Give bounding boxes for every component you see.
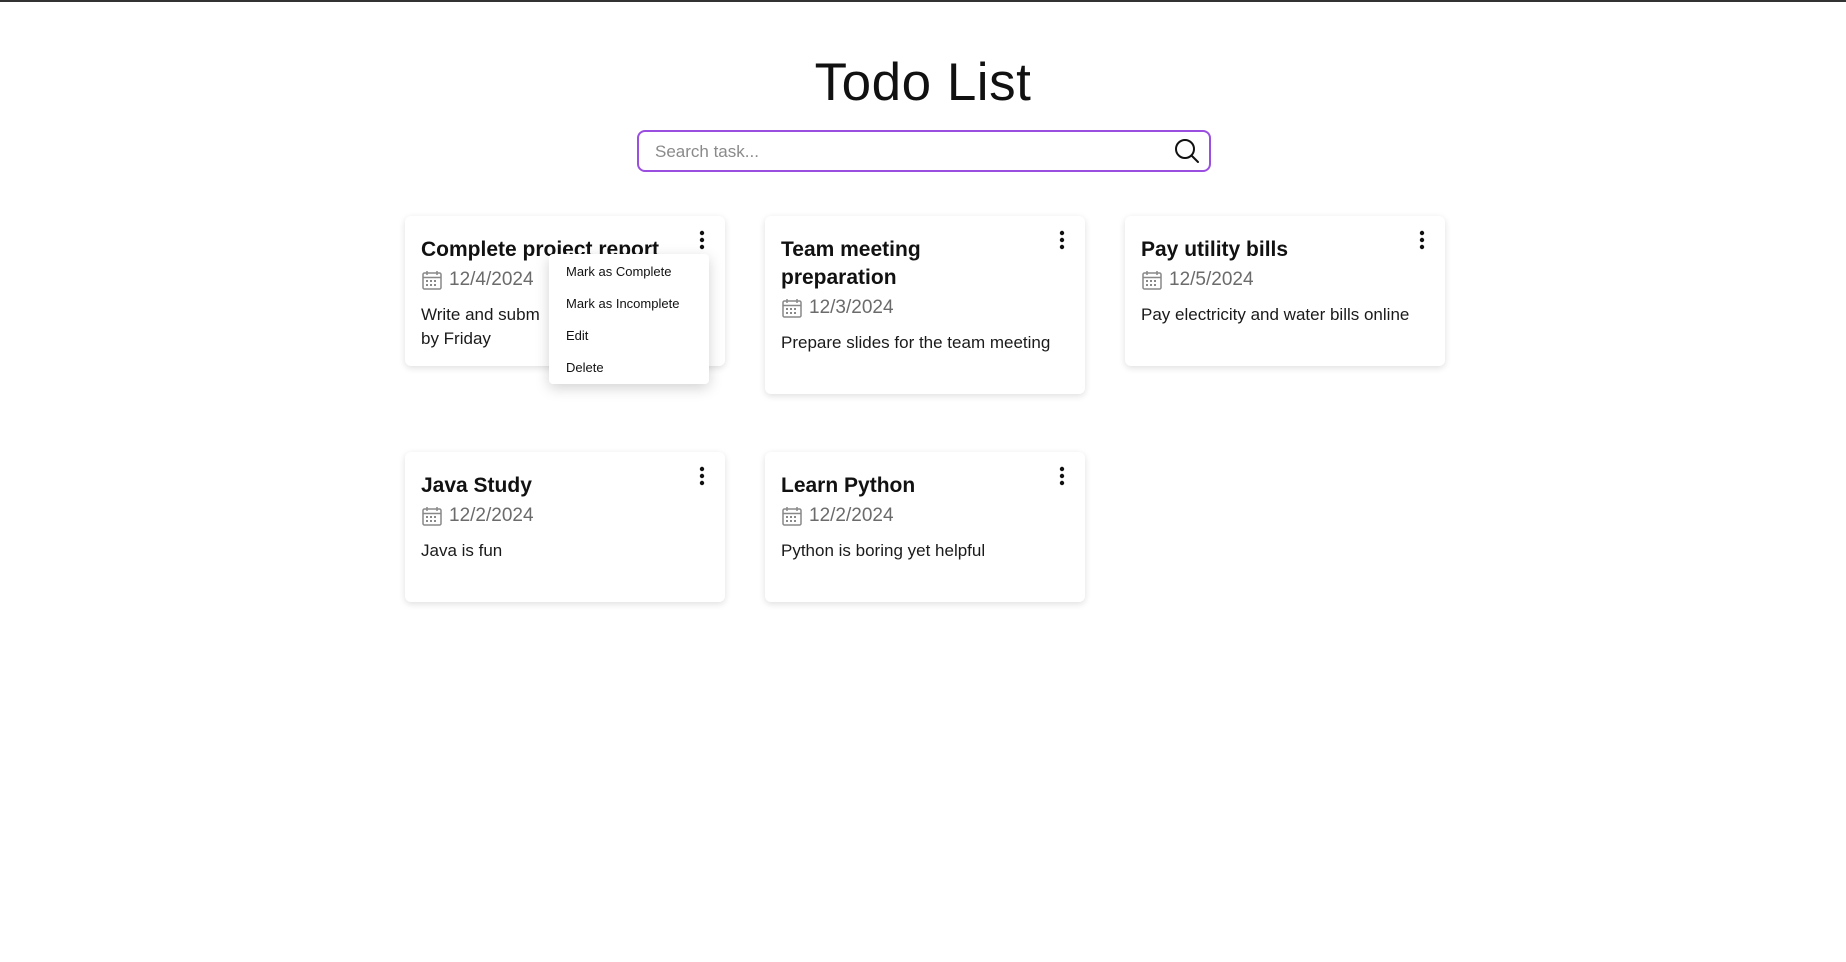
date-text: 12/5/2024 bbox=[1169, 269, 1254, 290]
menu-item-edit[interactable]: Edit bbox=[566, 328, 588, 343]
more-options-icon[interactable] bbox=[1053, 464, 1071, 490]
task-date: 12/3/2024 bbox=[781, 296, 894, 320]
calendar-icon bbox=[782, 507, 802, 526]
more-options-icon[interactable] bbox=[693, 464, 711, 490]
date-text: 12/2/2024 bbox=[449, 505, 534, 526]
task-title: Pay utility bills bbox=[1141, 238, 1289, 261]
task-description: Prepare slides for the team meeting bbox=[781, 333, 1051, 352]
page-title: Todo List bbox=[814, 53, 1032, 112]
date-text: 12/3/2024 bbox=[809, 297, 894, 318]
task-date: 12/2/2024 bbox=[421, 504, 534, 528]
more-options-icon[interactable] bbox=[693, 228, 711, 254]
task-options-menu: Mark as Complete Mark as Incomplete Edit… bbox=[549, 254, 709, 384]
calendar-icon bbox=[782, 299, 802, 318]
more-options-icon[interactable] bbox=[1413, 228, 1431, 254]
task-description: Python is boring yet helpful bbox=[781, 541, 986, 560]
task-description: Pay electricity and water bills online bbox=[1141, 305, 1410, 324]
calendar-icon bbox=[422, 507, 442, 526]
task-title: Learn Python bbox=[781, 474, 916, 497]
more-options-icon[interactable] bbox=[1053, 228, 1071, 254]
menu-item-mark-incomplete[interactable]: Mark as Incomplete bbox=[566, 296, 679, 311]
top-border bbox=[0, 0, 1846, 2]
task-card: Team meeting preparation 12/3/2024 Prepa… bbox=[765, 216, 1085, 394]
calendar-icon bbox=[422, 271, 442, 290]
task-date: 12/4/2024 bbox=[421, 268, 534, 292]
search-input[interactable] bbox=[653, 132, 1157, 172]
date-text: 12/2/2024 bbox=[809, 505, 894, 526]
search-bar[interactable] bbox=[637, 130, 1211, 172]
menu-item-mark-complete[interactable]: Mark as Complete bbox=[566, 264, 671, 279]
task-date: 12/5/2024 bbox=[1141, 268, 1254, 292]
task-card: Java Study 12/2/2024 Java is fun bbox=[405, 452, 725, 602]
task-card: Learn Python 12/2/2024 Python is boring … bbox=[765, 452, 1085, 602]
date-text: 12/4/2024 bbox=[449, 269, 534, 290]
task-title: Java Study bbox=[421, 474, 532, 497]
task-date: 12/2/2024 bbox=[781, 504, 894, 528]
task-description: Java is fun bbox=[421, 541, 503, 560]
menu-item-delete[interactable]: Delete bbox=[566, 360, 604, 375]
task-card: Pay utility bills 12/5/2024 Pay electric… bbox=[1125, 216, 1445, 366]
task-title: Team meeting preparation bbox=[781, 238, 921, 289]
calendar-icon bbox=[1142, 271, 1162, 290]
search-icon[interactable] bbox=[1173, 137, 1201, 165]
